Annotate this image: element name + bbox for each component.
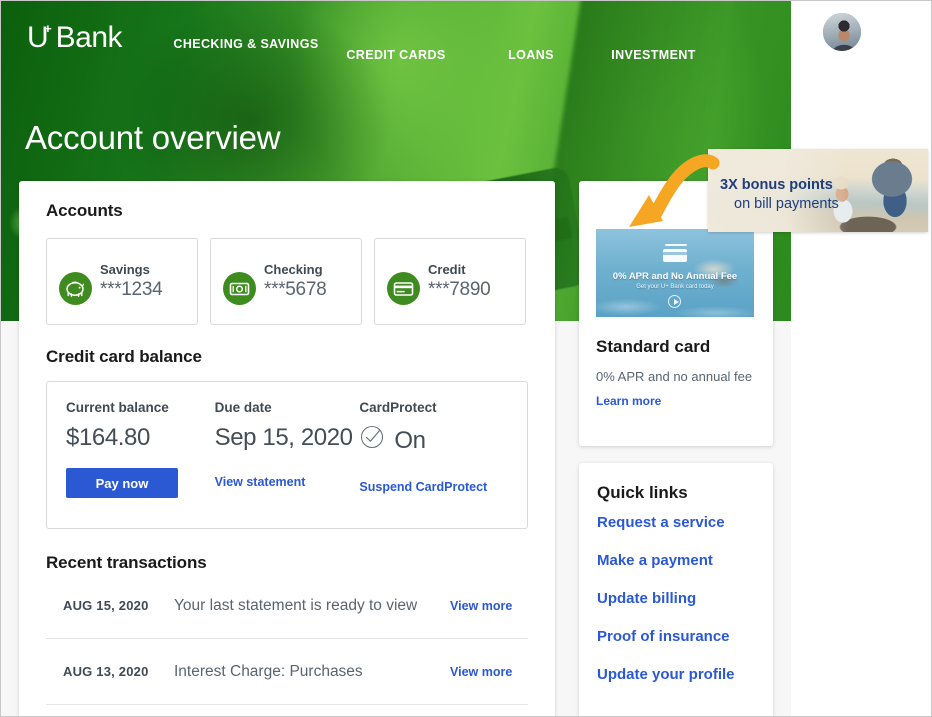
browser-viewport: U + Bank CHECKING & SAVINGS CREDIT CARDS… xyxy=(0,0,932,717)
bonus-points-banner[interactable]: 3X bonus points on bill payments xyxy=(708,149,928,232)
cash-icon xyxy=(223,272,256,305)
account-overview-card: Accounts Savings ***1234 Checking ***567… xyxy=(19,181,555,716)
check-circle-icon xyxy=(359,424,385,457)
account-number-credit: ***7890 xyxy=(428,278,491,300)
page-background-right xyxy=(791,1,931,716)
user-avatar[interactable] xyxy=(821,11,863,53)
due-date-label: Due date xyxy=(214,400,272,415)
current-balance-label: Current balance xyxy=(66,400,169,415)
quick-link-update-billing[interactable]: Update billing xyxy=(597,590,755,607)
piggy-bank-icon xyxy=(59,272,92,305)
accounts-list: Savings ***1234 Checking ***5678 Credit … xyxy=(46,238,528,325)
accounts-section-title: Accounts xyxy=(46,201,123,220)
avatar-photo xyxy=(823,13,861,51)
account-tile-checking[interactable]: Checking ***5678 xyxy=(210,238,362,325)
quick-link-update-your-profile[interactable]: Update your profile xyxy=(597,666,755,683)
account-text-savings: Savings ***1234 xyxy=(100,261,163,302)
promo-image[interactable]: 0% APR and No Annual Fee Get your U+ Ban… xyxy=(596,229,754,317)
main-navigation: CHECKING & SAVINGS CREDIT CARDS LOANS IN… xyxy=(171,35,716,64)
cardprotect-status: On xyxy=(359,424,508,457)
credit-balance-panel: Current balance $164.80 Pay now Due date… xyxy=(46,381,528,529)
nav-item-loans[interactable]: LOANS xyxy=(471,35,591,64)
account-text-checking: Checking ***5678 xyxy=(264,261,327,302)
current-balance-value: $164.80 xyxy=(66,424,150,451)
account-tile-credit[interactable]: Credit ***7890 xyxy=(374,238,526,325)
table-row[interactable]: AUG 13, 2020 Interest Charge: Purchases … xyxy=(46,639,528,705)
credit-card-icon xyxy=(387,272,420,305)
account-label-savings: Savings xyxy=(100,261,150,277)
brand-logo[interactable]: U + Bank xyxy=(27,21,123,55)
quick-links-card: Quick links Request a service Make a pay… xyxy=(579,463,773,716)
current-balance-column: Current balance $164.80 Pay now xyxy=(66,400,215,528)
suspend-cardprotect-link[interactable]: Suspend CardProtect xyxy=(359,480,487,494)
nav-item-credit-cards[interactable]: CREDIT CARDS xyxy=(321,35,471,64)
table-row[interactable]: AUG 15, 2020 Your last statement is read… xyxy=(46,573,528,639)
due-date-value: Sep 15, 2020 xyxy=(214,424,353,451)
account-number-checking: ***5678 xyxy=(264,278,327,300)
quick-link-proof-of-insurance[interactable]: Proof of insurance xyxy=(597,628,755,645)
promo-image-subline: Get your U+ Bank card today xyxy=(636,284,714,290)
quick-link-request-a-service[interactable]: Request a service xyxy=(597,514,755,531)
credit-card-glyph xyxy=(663,244,687,262)
brand-name: Bank xyxy=(55,21,123,54)
account-label-credit: Credit xyxy=(428,261,466,277)
cardprotect-value: On xyxy=(394,426,426,454)
page-title: Account overview xyxy=(25,119,281,156)
promo-image-headline: 0% APR and No Annual Fee xyxy=(612,271,738,282)
pay-now-button[interactable]: Pay now xyxy=(66,468,178,498)
transaction-view-more-link[interactable]: View more xyxy=(450,665,528,679)
due-date-column: Due date Sep 15, 2020 View statement xyxy=(215,400,360,528)
transaction-view-more-link[interactable]: View more xyxy=(450,599,528,613)
nav-item-checking-savings[interactable]: CHECKING & SAVINGS xyxy=(171,35,321,53)
transaction-description: Interest Charge: Purchases xyxy=(174,662,363,680)
credit-balance-section-title: Credit card balance xyxy=(46,347,202,366)
learn-more-link[interactable]: Learn more xyxy=(596,394,661,408)
banner-headline: 3X bonus points xyxy=(720,177,833,193)
cardprotect-label: CardProtect xyxy=(359,400,437,415)
transactions-section-title: Recent transactions xyxy=(46,553,207,572)
quick-link-make-a-payment[interactable]: Make a payment xyxy=(597,552,755,569)
promo-subtitle: 0% APR and no annual fee xyxy=(596,369,753,384)
account-text-credit: Credit ***7890 xyxy=(428,261,491,302)
play-circle-icon[interactable] xyxy=(668,295,681,308)
account-number-savings: ***1234 xyxy=(100,278,163,300)
transaction-date: AUG 15, 2020 xyxy=(63,598,149,613)
promo-title: Standard card xyxy=(596,337,711,356)
view-statement-link[interactable]: View statement xyxy=(215,475,306,489)
account-tile-savings[interactable]: Savings ***1234 xyxy=(46,238,198,325)
brand-plus-glyph: + xyxy=(44,21,52,36)
transaction-date: AUG 13, 2020 xyxy=(63,664,149,679)
cardprotect-column: CardProtect On Suspend CardProtect xyxy=(359,400,508,528)
transaction-description: Your last statement is ready to view xyxy=(174,596,418,614)
brand-u-glyph: U + xyxy=(27,21,52,53)
nav-item-investment[interactable]: INVESTMENT xyxy=(591,35,716,64)
banner-subheadline: on bill payments xyxy=(734,196,839,212)
quick-links-title: Quick links xyxy=(597,483,688,502)
account-label-checking: Checking xyxy=(264,261,323,277)
